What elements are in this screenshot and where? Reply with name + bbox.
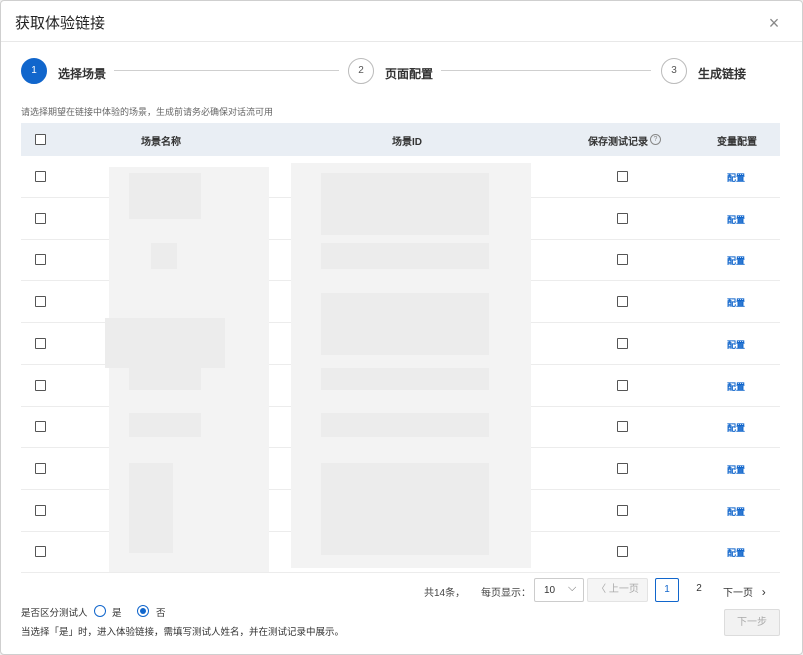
redacted-block [105,318,225,368]
row-select-checkbox[interactable] [35,504,46,516]
next-page-button[interactable]: 下一页 › [723,584,766,599]
chevron-right-icon: › [761,585,766,599]
title-divider [1,41,802,42]
config-link[interactable]: 配置 [727,421,745,434]
step-1-label: 选择场景 [58,67,107,81]
next-step-button[interactable]: 下一步 [724,609,780,636]
per-page-value: 10 [544,585,556,596]
config-link[interactable]: 配置 [727,505,745,518]
save-test-record-checkbox[interactable] [617,379,628,391]
redacted-block [129,368,201,390]
next-page-label: 下一页 [723,588,753,599]
row-select-checkbox[interactable] [35,421,46,433]
radio-yes-label: 是 [112,608,122,619]
radio-no-label: 否 [156,608,166,619]
row-select-checkbox[interactable] [35,546,46,558]
per-page-label: 每页显示： [481,588,531,599]
col-scene-id: 场景ID [392,137,422,148]
redacted-block [321,368,489,390]
row-select-checkbox[interactable] [35,212,46,224]
step-3-label: 生成链接 [698,67,747,81]
redacted-block [321,173,489,235]
save-test-record-checkbox[interactable] [617,504,628,516]
step-connector [114,70,339,71]
redacted-block [321,463,489,555]
config-link[interactable]: 配置 [727,380,745,393]
config-link[interactable]: 配置 [727,338,745,351]
save-test-record-checkbox[interactable] [617,546,628,558]
table-header: 场景名称 场景ID 保存测试记录 ? 变量配置 [21,123,780,156]
config-link[interactable]: 配置 [727,463,745,476]
col-scene-name: 场景名称 [141,137,181,148]
row-select-checkbox[interactable] [35,171,46,182]
redacted-block [129,413,201,437]
row-select-checkbox[interactable] [35,296,46,308]
save-test-record-checkbox[interactable] [617,296,628,308]
config-link[interactable]: 配置 [727,546,745,559]
config-link[interactable]: 配置 [727,213,745,226]
save-test-record-checkbox[interactable] [617,212,628,224]
chevron-down-icon: ⌵ [568,582,577,594]
get-experience-link-dialog: 获取体验链接 × 1 选择场景 2 页面配置 3 生成链接 请选择期望在链接中体… [0,0,803,655]
tester-note: 当选择「是」时，进入体验链接，需填写测试人姓名，并在测试记录中展示。 [21,627,345,638]
col-variable-config: 变量配置 [717,137,757,148]
redacted-block [129,463,173,553]
save-test-record-checkbox[interactable] [617,171,628,182]
radio-no[interactable] [137,605,149,617]
save-test-record-checkbox[interactable] [617,462,628,474]
page-button-2[interactable]: 2 [687,578,711,602]
redacted-block [321,243,489,269]
col-save-test-record: 保存测试记录 [588,137,648,148]
step-1-circle: 1 [21,58,47,84]
config-link[interactable]: 配置 [727,296,745,309]
config-link[interactable]: 配置 [727,254,745,267]
prev-page-button[interactable]: 〈 上一页 [587,578,648,602]
per-page-select[interactable]: 10 ⌵ [534,578,584,602]
config-link[interactable]: 配置 [727,171,745,184]
row-select-checkbox[interactable] [35,337,46,349]
help-icon[interactable]: ? [650,134,661,145]
redacted-block [151,243,177,269]
close-icon[interactable]: × [765,14,783,32]
save-test-record-checkbox[interactable] [617,254,628,266]
step-3-circle: 3 [661,58,687,84]
redacted-block [129,173,201,219]
radio-yes[interactable] [94,605,106,617]
radio-selected-dot [140,608,146,614]
tester-question: 是否区分测试人 [21,608,88,619]
dialog-title: 获取体验链接 [15,15,106,32]
step-connector [441,70,651,71]
step-2-circle: 2 [348,58,374,84]
total-count: 共14条， [424,588,466,599]
row-select-checkbox[interactable] [35,462,46,474]
row-select-checkbox[interactable] [35,254,46,266]
step-2-label: 页面配置 [385,67,434,81]
page-button-1[interactable]: 1 [655,578,679,602]
hint-text: 请选择期望在链接中体验的场景，生成前请务必确保对话流可用 [21,107,274,117]
select-all-checkbox[interactable] [35,134,46,145]
save-test-record-checkbox[interactable] [617,421,628,433]
redacted-block [321,293,489,355]
redacted-block [321,413,489,437]
row-select-checkbox[interactable] [35,379,46,391]
save-test-record-checkbox[interactable] [617,337,628,349]
